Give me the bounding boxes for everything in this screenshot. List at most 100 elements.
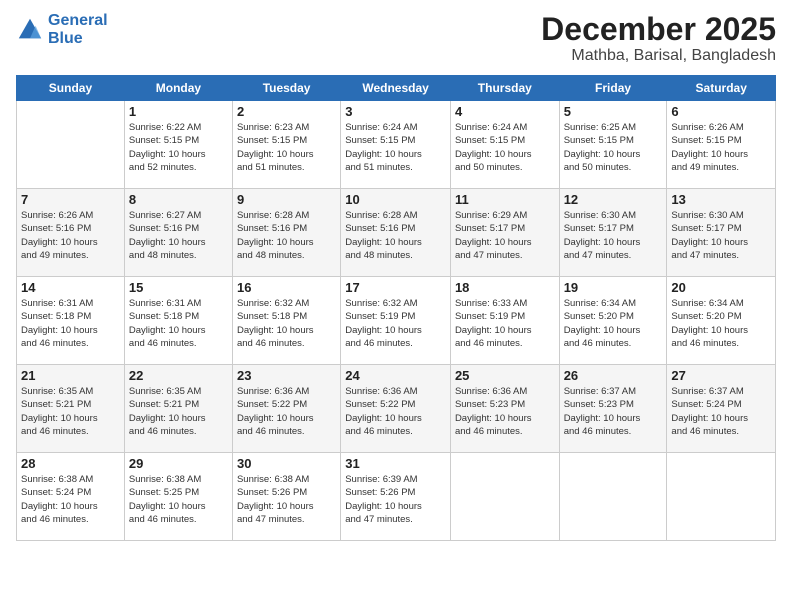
- day-number: 10: [345, 192, 446, 207]
- calendar-cell: 9 Sunrise: 6:28 AM Sunset: 5:16 PM Daylig…: [232, 189, 340, 277]
- calendar-cell: 27 Sunrise: 6:37 AM Sunset: 5:24 PM Dayli…: [667, 365, 776, 453]
- day-number: 3: [345, 104, 446, 119]
- day-info: Sunrise: 6:39 AM Sunset: 5:26 PM Dayligh…: [345, 473, 446, 526]
- calendar-cell: 25Sunrise: 6:36 AM Sunset: 5:23 PM Dayli…: [450, 365, 559, 453]
- calendar-cell: 24 Sunrise: 6:36 AM Sunset: 5:22 PM Dayli…: [341, 365, 451, 453]
- day-number: 11: [455, 192, 555, 207]
- calendar-cell: 10 Sunrise: 6:28 AM Sunset: 5:16 PM Dayli…: [341, 189, 451, 277]
- calendar-cell: 20 Sunrise: 6:34 AM Sunset: 5:20 PM Dayli…: [667, 277, 776, 365]
- day-info: Sunrise: 6:30 AM Sunset: 5:17 PM Dayligh…: [564, 209, 663, 262]
- calendar-cell: 6Sunrise: 6:26 AM Sunset: 5:15 PM Daylig…: [667, 101, 776, 189]
- day-info: Sunrise: 6:29 AM Sunset: 5:17 PM Dayligh…: [455, 209, 555, 262]
- day-number: 5: [564, 104, 663, 119]
- calendar-cell: 21 Sunrise: 6:35 AM Sunset: 5:21 PM Dayli…: [17, 365, 125, 453]
- calendar-week-row: 28Sunrise: 6:38 AM Sunset: 5:24 PM Dayli…: [17, 453, 776, 541]
- day-info: Sunrise: 6:23 AM Sunset: 5:15 PM Dayligh…: [237, 121, 336, 174]
- calendar-cell: [450, 453, 559, 541]
- calendar-week-row: 21 Sunrise: 6:35 AM Sunset: 5:21 PM Dayli…: [17, 365, 776, 453]
- day-info: Sunrise: 6:24 AM Sunset: 5:15 PM Dayligh…: [345, 121, 446, 174]
- calendar-cell: 3 Sunrise: 6:24 AM Sunset: 5:15 PM Daylig…: [341, 101, 451, 189]
- day-info: Sunrise: 6:28 AM Sunset: 5:16 PM Dayligh…: [237, 209, 336, 262]
- day-info: Sunrise: 6:37 AM Sunset: 5:23 PM Dayligh…: [564, 385, 663, 438]
- page-header: General Blue December 2025 Mathba, Baris…: [16, 12, 776, 65]
- weekday-header-thursday: Thursday: [450, 76, 559, 101]
- day-number: 27: [671, 368, 771, 383]
- calendar-cell: 29 Sunrise: 6:38 AM Sunset: 5:25 PM Dayli…: [124, 453, 232, 541]
- weekday-header-friday: Friday: [559, 76, 667, 101]
- calendar-cell: 19Sunrise: 6:34 AM Sunset: 5:20 PM Dayli…: [559, 277, 667, 365]
- day-info: Sunrise: 6:36 AM Sunset: 5:22 PM Dayligh…: [237, 385, 336, 438]
- calendar-cell: 31 Sunrise: 6:39 AM Sunset: 5:26 PM Dayli…: [341, 453, 451, 541]
- calendar-cell: 12 Sunrise: 6:30 AM Sunset: 5:17 PM Dayli…: [559, 189, 667, 277]
- day-info: Sunrise: 6:38 AM Sunset: 5:24 PM Dayligh…: [21, 473, 120, 526]
- calendar-cell: 16Sunrise: 6:32 AM Sunset: 5:18 PM Dayli…: [232, 277, 340, 365]
- day-number: 20: [671, 280, 771, 295]
- calendar-cell: 4Sunrise: 6:24 AM Sunset: 5:15 PM Daylig…: [450, 101, 559, 189]
- weekday-header-row: SundayMondayTuesdayWednesdayThursdayFrid…: [17, 76, 776, 101]
- calendar-cell: [559, 453, 667, 541]
- calendar-cell: 26 Sunrise: 6:37 AM Sunset: 5:23 PM Dayli…: [559, 365, 667, 453]
- day-number: 1: [129, 104, 228, 119]
- day-number: 8: [129, 192, 228, 207]
- day-number: 18: [455, 280, 555, 295]
- day-number: 17: [345, 280, 446, 295]
- day-info: Sunrise: 6:31 AM Sunset: 5:18 PM Dayligh…: [129, 297, 228, 350]
- day-info: Sunrise: 6:26 AM Sunset: 5:16 PM Dayligh…: [21, 209, 120, 262]
- day-info: Sunrise: 6:31 AM Sunset: 5:18 PM Dayligh…: [21, 297, 120, 350]
- calendar-table: SundayMondayTuesdayWednesdayThursdayFrid…: [16, 75, 776, 541]
- calendar-week-row: 7 Sunrise: 6:26 AM Sunset: 5:16 PM Daylig…: [17, 189, 776, 277]
- day-number: 24: [345, 368, 446, 383]
- day-info: Sunrise: 6:25 AM Sunset: 5:15 PM Dayligh…: [564, 121, 663, 174]
- day-number: 15: [129, 280, 228, 295]
- month-title: December 2025: [541, 12, 776, 47]
- logo-icon: [16, 16, 44, 44]
- day-info: Sunrise: 6:33 AM Sunset: 5:19 PM Dayligh…: [455, 297, 555, 350]
- calendar-cell: [17, 101, 125, 189]
- day-info: Sunrise: 6:27 AM Sunset: 5:16 PM Dayligh…: [129, 209, 228, 262]
- day-info: Sunrise: 6:38 AM Sunset: 5:25 PM Dayligh…: [129, 473, 228, 526]
- day-number: 31: [345, 456, 446, 471]
- day-info: Sunrise: 6:34 AM Sunset: 5:20 PM Dayligh…: [671, 297, 771, 350]
- day-info: Sunrise: 6:35 AM Sunset: 5:21 PM Dayligh…: [129, 385, 228, 438]
- weekday-header-sunday: Sunday: [17, 76, 125, 101]
- day-number: 6: [671, 104, 771, 119]
- calendar-cell: 13Sunrise: 6:30 AM Sunset: 5:17 PM Dayli…: [667, 189, 776, 277]
- day-info: Sunrise: 6:22 AM Sunset: 5:15 PM Dayligh…: [129, 121, 228, 174]
- calendar-cell: 7 Sunrise: 6:26 AM Sunset: 5:16 PM Daylig…: [17, 189, 125, 277]
- day-number: 12: [564, 192, 663, 207]
- day-number: 29: [129, 456, 228, 471]
- calendar-cell: 17 Sunrise: 6:32 AM Sunset: 5:19 PM Dayli…: [341, 277, 451, 365]
- calendar-cell: 1 Sunrise: 6:22 AM Sunset: 5:15 PM Daylig…: [124, 101, 232, 189]
- day-info: Sunrise: 6:30 AM Sunset: 5:17 PM Dayligh…: [671, 209, 771, 262]
- calendar-cell: 28Sunrise: 6:38 AM Sunset: 5:24 PM Dayli…: [17, 453, 125, 541]
- calendar-cell: [667, 453, 776, 541]
- calendar-cell: 8 Sunrise: 6:27 AM Sunset: 5:16 PM Daylig…: [124, 189, 232, 277]
- day-info: Sunrise: 6:32 AM Sunset: 5:19 PM Dayligh…: [345, 297, 446, 350]
- weekday-header-wednesday: Wednesday: [341, 76, 451, 101]
- day-info: Sunrise: 6:36 AM Sunset: 5:22 PM Dayligh…: [345, 385, 446, 438]
- day-number: 14: [21, 280, 120, 295]
- calendar-cell: 23Sunrise: 6:36 AM Sunset: 5:22 PM Dayli…: [232, 365, 340, 453]
- calendar-week-row: 1 Sunrise: 6:22 AM Sunset: 5:15 PM Daylig…: [17, 101, 776, 189]
- calendar-cell: 30Sunrise: 6:38 AM Sunset: 5:26 PM Dayli…: [232, 453, 340, 541]
- calendar-cell: 22 Sunrise: 6:35 AM Sunset: 5:21 PM Dayli…: [124, 365, 232, 453]
- day-number: 26: [564, 368, 663, 383]
- title-block: December 2025 Mathba, Barisal, Banglades…: [541, 12, 776, 65]
- day-info: Sunrise: 6:35 AM Sunset: 5:21 PM Dayligh…: [21, 385, 120, 438]
- calendar-cell: 5 Sunrise: 6:25 AM Sunset: 5:15 PM Daylig…: [559, 101, 667, 189]
- day-number: 30: [237, 456, 336, 471]
- day-number: 9: [237, 192, 336, 207]
- calendar-cell: 18 Sunrise: 6:33 AM Sunset: 5:19 PM Dayli…: [450, 277, 559, 365]
- calendar-cell: 14 Sunrise: 6:31 AM Sunset: 5:18 PM Dayli…: [17, 277, 125, 365]
- calendar-cell: 11 Sunrise: 6:29 AM Sunset: 5:17 PM Dayli…: [450, 189, 559, 277]
- day-info: Sunrise: 6:37 AM Sunset: 5:24 PM Dayligh…: [671, 385, 771, 438]
- calendar-week-row: 14 Sunrise: 6:31 AM Sunset: 5:18 PM Dayli…: [17, 277, 776, 365]
- day-number: 22: [129, 368, 228, 383]
- calendar-cell: 15 Sunrise: 6:31 AM Sunset: 5:18 PM Dayli…: [124, 277, 232, 365]
- day-number: 7: [21, 192, 120, 207]
- day-number: 21: [21, 368, 120, 383]
- day-number: 19: [564, 280, 663, 295]
- day-info: Sunrise: 6:28 AM Sunset: 5:16 PM Dayligh…: [345, 209, 446, 262]
- day-number: 4: [455, 104, 555, 119]
- weekday-header-saturday: Saturday: [667, 76, 776, 101]
